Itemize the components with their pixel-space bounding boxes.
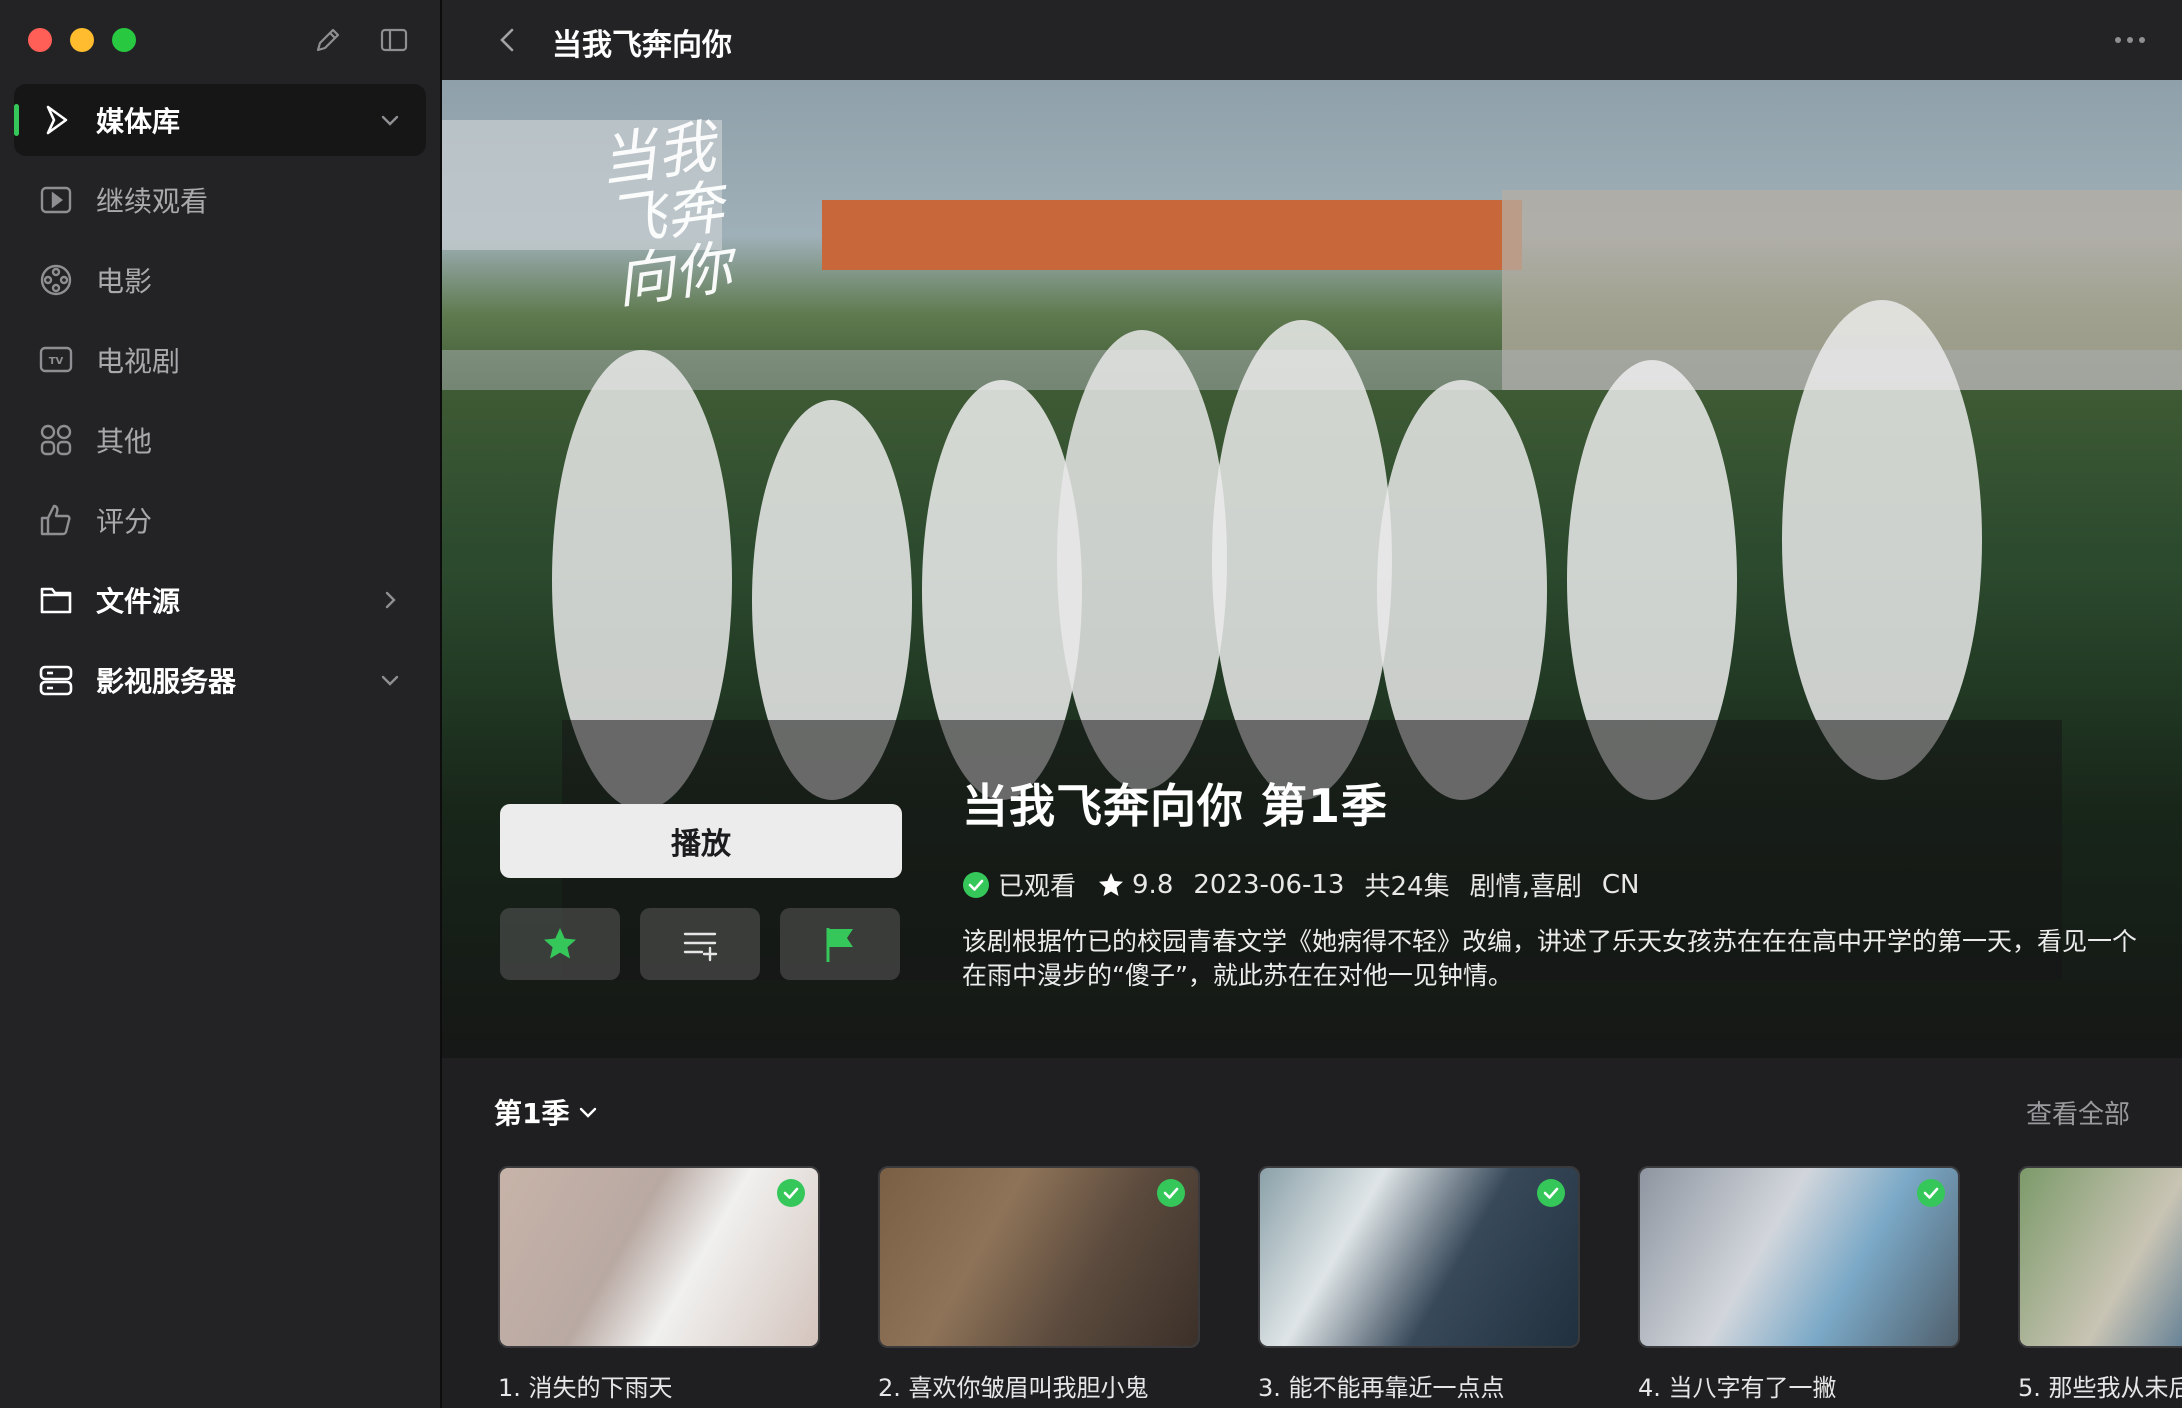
- play-button[interactable]: 播放: [500, 804, 902, 878]
- episode-title: 4. 当八字有了一撇: [1638, 1374, 1837, 1402]
- episode-thumbnail[interactable]: [878, 1166, 1200, 1348]
- sidebar-item-movies[interactable]: 电影: [14, 244, 426, 316]
- sidebar-item-label: 影视服务器: [96, 665, 237, 698]
- show-info: 当我飞奔向你 第1季 已观看 9.8 2023-06-13 共24集 剧情,喜剧…: [962, 770, 2152, 993]
- episode-title: 2. 喜欢你皱眉叫我胆小鬼: [878, 1374, 1149, 1402]
- action-buttons: [500, 908, 900, 980]
- hero-banner: 当我飞奔向你 播放 当我飞奔向你 第1季 已观看 9.8 2023-06-13 …: [442, 80, 2182, 1058]
- sidebar-item-media-library[interactable]: 媒体库: [14, 84, 426, 156]
- episode-title: 1. 消失的下雨天: [498, 1374, 673, 1402]
- sidebar-item-file-sources[interactable]: 文件源: [14, 564, 426, 636]
- episode-card[interactable]: 4. 当八字有了一撇: [1638, 1166, 1960, 1403]
- view-all-link[interactable]: 查看全部: [2026, 1094, 2130, 1131]
- sidebar-item-label: 电影: [96, 265, 153, 298]
- play-outline-icon: [36, 100, 76, 140]
- episode-thumbnail[interactable]: [498, 1166, 820, 1348]
- flag-icon: [826, 928, 853, 962]
- folder-icon: [36, 580, 76, 620]
- close-window-button[interactable]: [28, 28, 52, 52]
- rating-value: 9.8: [1132, 869, 1174, 900]
- check-circle-icon: [1537, 1179, 1565, 1207]
- season-label: 第1季: [494, 1097, 570, 1130]
- favorite-button[interactable]: [500, 908, 620, 980]
- episode-count: 共24集: [1364, 872, 1450, 902]
- check-circle-icon: [963, 871, 989, 898]
- show-logo: 当我飞奔向你: [594, 112, 737, 317]
- play-square-icon: [36, 180, 76, 220]
- maximize-window-button[interactable]: [112, 28, 136, 52]
- sidebar-item-tv[interactable]: TV 电视剧: [14, 324, 426, 396]
- sidebar-item-media-servers[interactable]: 影视服务器: [14, 644, 426, 716]
- episode-card[interactable]: 5. 那些我从未后: [2018, 1166, 2182, 1403]
- release-date: 2023-06-13: [1193, 869, 1345, 900]
- sidebar-item-label: 媒体库: [96, 105, 181, 138]
- episode-title: 3. 能不能再靠近一点点: [1258, 1374, 1505, 1402]
- grid-icon: [36, 420, 76, 460]
- episode-card[interactable]: 2. 喜欢你皱眉叫我胆小鬼: [878, 1166, 1200, 1403]
- watched-status: 已观看: [962, 866, 1076, 903]
- add-to-list-icon: [683, 932, 718, 962]
- check-circle-icon: [1917, 1179, 1945, 1207]
- episode-thumbnail[interactable]: [2018, 1166, 2182, 1348]
- film-reel-icon: [36, 260, 76, 300]
- sidebar-toggle-icon[interactable]: [378, 24, 410, 60]
- sidebar-nav: 媒体库 继续观看 电影 TV 电视剧 其他 评分 文件源 影视服务器: [14, 84, 426, 724]
- svg-text:TV: TV: [49, 356, 64, 367]
- main-content: 当我飞奔向你 当我飞奔向你 播放 当我飞奔向你 第1季 已观看 9.8 2023…: [442, 0, 2182, 1408]
- sidebar-item-ratings[interactable]: 评分: [14, 484, 426, 556]
- chevron-down-icon: [580, 1107, 597, 1118]
- sidebar-item-label: 继续观看: [96, 185, 209, 218]
- back-button[interactable]: [490, 22, 526, 58]
- show-description: 该剧根据竹已的校园青春文学《她病得不轻》改编，讲述了乐天女孩苏在在在高中开学的第…: [962, 927, 2138, 990]
- show-meta: 已观看 9.8 2023-06-13 共24集 剧情,喜剧 CN: [962, 866, 2152, 903]
- window-controls: [28, 28, 136, 52]
- check-circle-icon: [777, 1179, 805, 1207]
- thumbs-up-icon: [36, 500, 76, 540]
- sidebar-item-label: 其他: [96, 425, 153, 458]
- episode-card[interactable]: 3. 能不能再靠近一点点: [1258, 1166, 1580, 1403]
- sidebar-item-label: 电视剧: [96, 345, 181, 378]
- sidebar: 媒体库 继续观看 电影 TV 电视剧 其他 评分 文件源 影视服务器: [0, 0, 442, 1408]
- chevron-down-icon[interactable]: [376, 666, 404, 694]
- episode-thumbnail[interactable]: [1638, 1166, 1960, 1348]
- star-icon: [544, 928, 576, 959]
- mark-button[interactable]: [780, 908, 900, 980]
- sidebar-item-other[interactable]: 其他: [14, 404, 426, 476]
- sidebar-item-continue-watching[interactable]: 继续观看: [14, 164, 426, 236]
- star-icon: [1099, 872, 1124, 896]
- server-icon: [36, 660, 76, 700]
- minimize-window-button[interactable]: [70, 28, 94, 52]
- episode-card[interactable]: 1. 消失的下雨天: [498, 1166, 820, 1403]
- season-section: 第1季 查看全部 1. 消失的下雨天 2. 喜欢你皱眉叫我胆小鬼 3. 能不能再…: [442, 1058, 2182, 1408]
- chevron-down-icon[interactable]: [376, 106, 404, 134]
- sidebar-toolbar: [312, 24, 410, 60]
- watched-label: 已观看: [998, 872, 1077, 902]
- season-selector[interactable]: 第1季: [494, 1092, 601, 1132]
- country: CN: [1601, 869, 1640, 900]
- check-circle-icon: [1157, 1179, 1185, 1207]
- chevron-right-icon[interactable]: [376, 586, 404, 614]
- show-title: 当我飞奔向你 第1季: [962, 779, 1389, 833]
- genres: 剧情,喜剧: [1469, 872, 1582, 902]
- rating: 9.8: [1096, 870, 1173, 900]
- episode-thumbnail[interactable]: [1258, 1166, 1580, 1348]
- title-bar: 当我飞奔向你: [442, 0, 2182, 81]
- episode-list: 1. 消失的下雨天 2. 喜欢你皱眉叫我胆小鬼 3. 能不能再靠近一点点 4. …: [498, 1166, 2182, 1408]
- sidebar-item-label: 评分: [96, 505, 153, 538]
- edit-icon[interactable]: [312, 24, 344, 60]
- page-title: 当我飞奔向你: [552, 28, 732, 63]
- tv-icon: TV: [36, 340, 76, 380]
- sidebar-item-label: 文件源: [96, 585, 181, 618]
- more-options-icon[interactable]: [2110, 24, 2150, 56]
- episode-title: 5. 那些我从未后: [2018, 1374, 2182, 1402]
- add-to-list-button[interactable]: [640, 908, 760, 980]
